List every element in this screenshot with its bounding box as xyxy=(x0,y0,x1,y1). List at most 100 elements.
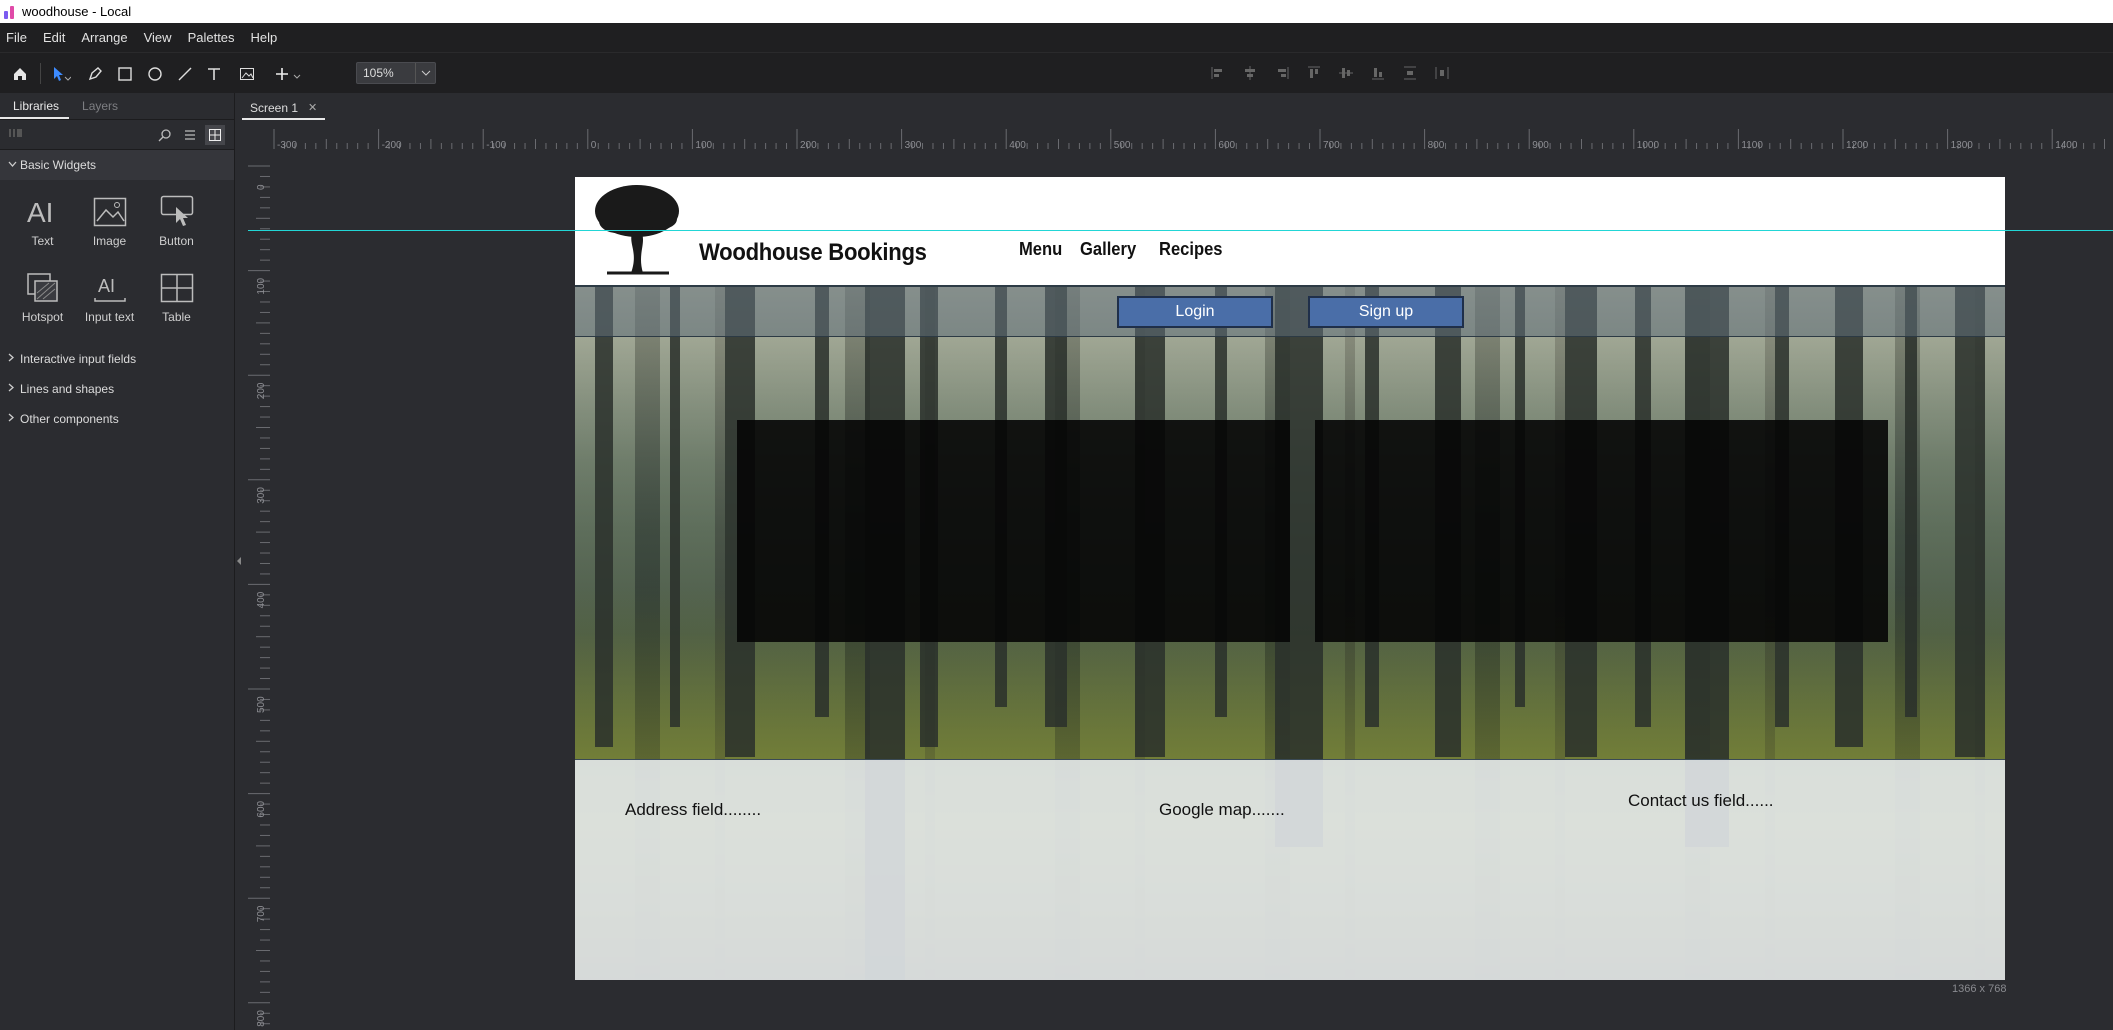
align-right-icon[interactable] xyxy=(1274,65,1290,81)
menu-help[interactable]: Help xyxy=(243,30,286,45)
text-widget-icon: AI xyxy=(25,194,61,230)
ruler-label: 500 xyxy=(1114,140,1131,149)
app-window: woodhouse - Local File Edit Arrange View… xyxy=(0,0,2113,1030)
align-bottom-icon[interactable] xyxy=(1370,65,1386,81)
site-footer: Address field........ Google map....... … xyxy=(575,759,2005,980)
libraries-panel: Libraries Layers Basic Widgets AI Text I… xyxy=(0,93,235,1030)
library-toolbar xyxy=(0,120,234,150)
toolbar: 105% xyxy=(0,52,2113,93)
guide-line[interactable] xyxy=(248,230,2113,231)
svg-text:AI: AI xyxy=(98,276,115,296)
ruler-label: -100 xyxy=(486,140,506,149)
ruler-label: -300 xyxy=(277,140,297,149)
chevron-right-icon xyxy=(8,353,20,365)
ruler-label: 0 xyxy=(256,184,267,190)
section-label: Basic Widgets xyxy=(20,158,97,172)
menu-arrange[interactable]: Arrange xyxy=(73,30,135,45)
menu-bar: File Edit Arrange View Palettes Help xyxy=(0,23,2113,52)
table-widget-icon xyxy=(159,270,195,306)
widget-label: Text xyxy=(31,234,54,248)
search-icon[interactable] xyxy=(158,128,172,147)
login-button[interactable]: Login xyxy=(1117,296,1273,328)
section-lines-and-shapes[interactable]: Lines and shapes xyxy=(0,374,234,404)
distribute-horizontal-icon[interactable] xyxy=(1434,65,1450,81)
nav-gallery[interactable]: Gallery xyxy=(1080,239,1136,260)
content-panel-right xyxy=(1315,420,1888,642)
site-header: Woodhouse Bookings Menu Gallery Recipes xyxy=(575,177,2005,287)
align-top-icon[interactable] xyxy=(1306,65,1322,81)
align-left-icon[interactable] xyxy=(1210,65,1226,81)
section-interactive-input-fields[interactable]: Interactive input fields xyxy=(0,344,234,374)
close-icon[interactable]: ✕ xyxy=(308,101,317,114)
title-bar: woodhouse - Local xyxy=(0,0,2113,23)
widget-button[interactable]: Button xyxy=(143,188,210,264)
ruler-label: 800 xyxy=(256,1010,267,1027)
chevron-down-icon xyxy=(8,160,20,171)
ruler-label: 1200 xyxy=(1846,140,1869,149)
widget-label: Image xyxy=(92,234,127,248)
rectangle-tool-icon[interactable] xyxy=(114,53,136,94)
section-basic-widgets[interactable]: Basic Widgets xyxy=(0,150,234,180)
list-view-icon[interactable] xyxy=(183,128,197,147)
ruler-label: 100 xyxy=(256,277,267,294)
ruler-label: 200 xyxy=(800,140,817,149)
distribute-vertical-icon[interactable] xyxy=(1402,65,1418,81)
ruler-label: 400 xyxy=(1009,140,1026,149)
widget-hotspot[interactable]: Hotspot xyxy=(9,264,76,340)
nav-menu[interactable]: Menu xyxy=(1019,239,1062,260)
tab-libraries[interactable]: Libraries xyxy=(0,99,70,119)
widget-label: Input text xyxy=(84,310,135,324)
widget-input-text[interactable]: AI Input text xyxy=(76,264,143,340)
ruler-label: 800 xyxy=(1428,140,1445,149)
chevron-right-icon xyxy=(8,383,20,395)
pen-tool-icon[interactable] xyxy=(84,53,106,94)
ruler-label: 1000 xyxy=(1637,140,1660,149)
signup-button[interactable]: Sign up xyxy=(1308,296,1464,328)
svg-text:AI: AI xyxy=(27,197,53,228)
add-tool-icon[interactable] xyxy=(272,53,306,94)
grid-view-icon[interactable] xyxy=(205,125,225,145)
artboard-screen[interactable]: Woodhouse Bookings Menu Gallery Recipes … xyxy=(575,177,2005,980)
menu-view[interactable]: View xyxy=(136,30,180,45)
app-logo-icon xyxy=(4,5,16,19)
align-middle-icon[interactable] xyxy=(1338,65,1354,81)
text-tool-icon[interactable] xyxy=(203,53,225,94)
library-filter-icon[interactable] xyxy=(8,126,24,144)
ruler-label: -200 xyxy=(382,140,402,149)
widget-grid: AI Text Image Button Hotspot AI Input te… xyxy=(0,180,234,344)
window-title: woodhouse - Local xyxy=(22,4,132,19)
select-tool-icon[interactable] xyxy=(48,53,74,94)
ruler-label: 300 xyxy=(905,140,922,149)
ruler-label: 100 xyxy=(695,140,712,149)
align-center-h-icon[interactable] xyxy=(1242,65,1258,81)
home-icon[interactable] xyxy=(9,53,31,94)
google-map-field: Google map....... xyxy=(1159,800,1285,819)
widget-label: Button xyxy=(159,234,194,248)
widget-label: Hotspot xyxy=(21,310,64,324)
zoom-input[interactable]: 105% xyxy=(356,62,436,84)
collapse-panel-icon[interactable] xyxy=(236,556,244,566)
artboard-size-label: 1366 x 768 xyxy=(1952,983,2007,995)
widget-table[interactable]: Table xyxy=(143,264,210,340)
document-tabs: Screen 1 ✕ xyxy=(236,93,2113,120)
section-label: Other components xyxy=(20,412,119,426)
ellipse-tool-icon[interactable] xyxy=(144,53,166,94)
menu-file[interactable]: File xyxy=(0,30,35,45)
ruler-label: 600 xyxy=(1218,140,1235,149)
section-other-components[interactable]: Other components xyxy=(0,404,234,434)
nav-recipes[interactable]: Recipes xyxy=(1159,239,1223,260)
menu-palettes[interactable]: Palettes xyxy=(180,30,243,45)
tree-logo-icon xyxy=(595,185,679,275)
image-widget-icon xyxy=(92,194,128,230)
menu-edit[interactable]: Edit xyxy=(35,30,73,45)
ruler-label: 900 xyxy=(1532,140,1549,149)
image-tool-icon[interactable] xyxy=(236,53,258,94)
line-tool-icon[interactable] xyxy=(174,53,196,94)
tab-screen-1[interactable]: Screen 1 ✕ xyxy=(242,97,326,120)
chevron-down-icon[interactable] xyxy=(415,63,435,83)
tab-layers[interactable]: Layers xyxy=(69,99,128,119)
widget-text[interactable]: AI Text xyxy=(9,188,76,264)
widget-image[interactable]: Image xyxy=(76,188,143,264)
input-text-widget-icon: AI xyxy=(92,270,128,306)
ruler-label: 500 xyxy=(256,696,267,713)
